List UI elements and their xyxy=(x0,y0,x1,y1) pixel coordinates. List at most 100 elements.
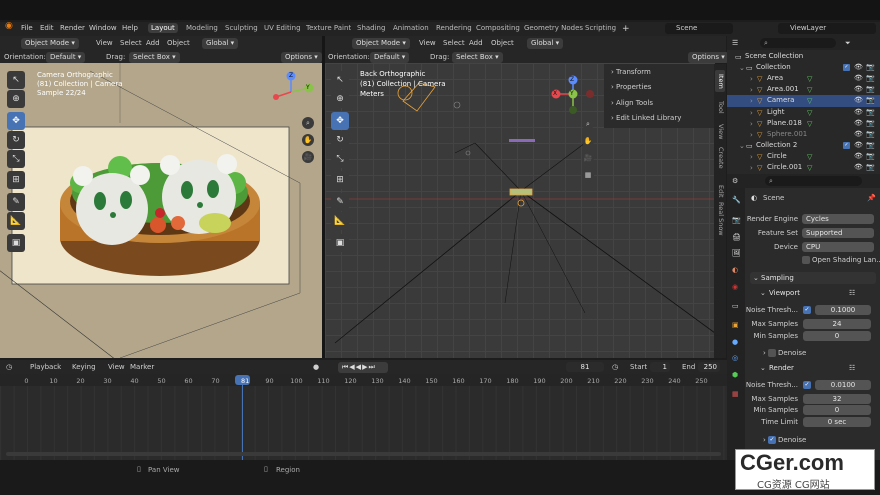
right-menu-view[interactable]: View xyxy=(419,39,436,47)
playback-controls[interactable]: ⏮◀◀▶⏭ xyxy=(338,362,388,373)
right-add-cube-tool-icon[interactable]: ▣ xyxy=(331,234,349,252)
workspace-tab-sculpting[interactable]: Sculpting xyxy=(225,24,258,32)
measure-tool-icon[interactable]: 📐 xyxy=(7,212,25,230)
left-menu-add[interactable]: Add xyxy=(146,39,160,47)
end-frame-field[interactable]: 250 xyxy=(698,362,720,372)
left-menu-object[interactable]: Object xyxy=(167,39,190,47)
select-tool-icon[interactable]: ↖ xyxy=(7,71,25,89)
workspace-tab-animation[interactable]: Animation xyxy=(393,24,429,32)
visibility-eye-icon[interactable]: 👁 xyxy=(854,96,863,104)
render-noise-threshold-field[interactable]: 0.0100 xyxy=(815,380,871,390)
expand-chevron-icon[interactable]: › xyxy=(750,86,753,94)
sidebar-tab-item[interactable]: Item xyxy=(715,70,725,92)
menu-window[interactable]: Window xyxy=(89,24,117,32)
render-camera-icon[interactable]: 📷 xyxy=(866,85,875,93)
keying-menu[interactable]: Keying xyxy=(72,363,96,371)
rotate-tool-icon[interactable]: ↻ xyxy=(7,131,25,149)
workspace-tab-modeling[interactable]: Modeling xyxy=(186,24,218,32)
expand-chevron-icon[interactable]: › xyxy=(750,131,753,139)
expand-chevron-icon[interactable]: › xyxy=(750,75,753,83)
menu-help[interactable]: Help xyxy=(122,24,138,32)
render-max-samples-field[interactable]: 32 xyxy=(803,394,871,404)
texture-tab-icon[interactable]: ▦ xyxy=(732,390,739,398)
right-scale-tool-icon[interactable]: ⤡ xyxy=(331,150,349,168)
outliner-row[interactable]: ›▽Area✓👁📷▽ xyxy=(727,73,880,85)
expand-chevron-icon[interactable]: ⌄ xyxy=(739,64,745,72)
viewport-subpanel-title[interactable]: Viewport xyxy=(769,289,800,297)
object-tab-icon[interactable]: ▣ xyxy=(732,321,739,329)
visibility-eye-icon[interactable]: 👁 xyxy=(854,130,863,138)
outliner-search-input[interactable] xyxy=(760,38,836,48)
tool-tab-icon[interactable]: 🔧 xyxy=(732,196,741,204)
right-menu-object[interactable]: Object xyxy=(491,39,514,47)
sidebar-tab-create[interactable]: Create xyxy=(715,147,725,169)
right-orientation-dropdown[interactable]: Default ▾ xyxy=(370,52,410,63)
render-camera-icon[interactable]: 📷 xyxy=(866,63,875,71)
render-camera-icon[interactable]: 📷 xyxy=(866,141,875,149)
left-orientation-dropdown[interactable]: Default ▾ xyxy=(46,52,86,63)
visibility-eye-icon[interactable]: 👁 xyxy=(854,63,863,71)
outliner-row[interactable]: ⌄ ▭ Collection ✓ 👁 📷 xyxy=(727,62,880,74)
marker-menu[interactable]: Marker xyxy=(130,363,154,371)
collection-tab-icon[interactable]: ▭ xyxy=(732,302,739,310)
render-engine-dropdown[interactable]: Cycles xyxy=(802,214,874,224)
sidebar-panel-align-tools[interactable]: › Align Tools xyxy=(611,99,653,107)
workspace-tab-geometry-nodes[interactable]: Geometry Nodes xyxy=(524,24,583,32)
outliner-filter-icon[interactable]: ⏷ xyxy=(845,39,851,47)
sidebar-tab-real-snow[interactable]: Real Snow xyxy=(715,201,725,237)
viewport-noise-threshold-checkbox[interactable]: ✓ xyxy=(803,306,811,314)
left-menu-view[interactable]: View xyxy=(96,39,113,47)
left-mode-dropdown[interactable]: Object Mode ▾ xyxy=(21,38,79,49)
workspace-tab-compositing[interactable]: Compositing xyxy=(476,24,520,32)
world-tab-icon[interactable]: ◉ xyxy=(732,283,738,291)
exclude-checkbox-icon[interactable]: ✓ xyxy=(843,141,850,149)
outliner-row[interactable]: ›▽Light✓👁📷▽ xyxy=(727,107,880,119)
outliner-row[interactable]: ›▽Plane.018✓👁📷▽ xyxy=(727,118,880,130)
expand-chevron-icon[interactable]: › xyxy=(750,109,753,117)
right-cursor-tool-icon[interactable]: ⊕ xyxy=(331,90,349,108)
right-move-tool-icon[interactable]: ✥ xyxy=(331,112,349,130)
right-zoom-icon[interactable]: ⌕ xyxy=(582,118,594,130)
render-camera-icon[interactable]: 📷 xyxy=(866,108,875,116)
expand-chevron-icon[interactable]: ⌄ xyxy=(739,142,745,150)
record-icon[interactable]: ● xyxy=(313,363,319,371)
feature-set-dropdown[interactable]: Supported xyxy=(802,228,874,238)
right-pan-hand-icon[interactable]: ✋ xyxy=(582,135,594,147)
blender-logo-icon[interactable]: ◉ xyxy=(5,22,13,31)
left-transform-dropdown[interactable]: Global ▾ xyxy=(202,38,239,49)
viewport-denoise-checkbox[interactable] xyxy=(768,349,776,357)
timeline-view-menu[interactable]: View xyxy=(108,363,125,371)
visibility-eye-icon[interactable]: 👁 xyxy=(854,85,863,93)
menu-edit[interactable]: Edit xyxy=(40,24,54,32)
right-menu-add[interactable]: Add xyxy=(469,39,483,47)
visibility-eye-icon[interactable]: 👁 xyxy=(854,152,863,160)
playhead-line[interactable] xyxy=(242,385,243,460)
render-denoise-label[interactable]: Denoise xyxy=(778,436,806,444)
outliner-row[interactable]: ▭ Scene Collection xyxy=(727,51,880,63)
render-camera-icon[interactable]: 📷 xyxy=(866,96,875,104)
left-zoom-icon[interactable]: ⌕ xyxy=(302,117,314,129)
outliner-row[interactable]: ›▽Circle.001✓👁📷▽ xyxy=(727,162,880,173)
render-camera-icon[interactable]: 📷 xyxy=(866,152,875,160)
workspace-tab-shading[interactable]: Shading xyxy=(357,24,385,32)
sidebar-tab-edit[interactable]: Edit xyxy=(715,180,725,202)
scale-tool-icon[interactable]: ⤡ xyxy=(7,150,25,168)
render-camera-icon[interactable]: 📷 xyxy=(866,130,875,138)
data-tab-icon[interactable]: ⬢ xyxy=(732,371,738,379)
add-workspace-button[interactable]: + xyxy=(622,24,630,34)
scene-tab-icon[interactable]: ◐ xyxy=(732,266,738,274)
add-cube-tool-icon[interactable]: ▣ xyxy=(7,234,25,252)
properties-editor-icon[interactable]: ⚙ xyxy=(732,177,738,185)
transform-tool-icon[interactable]: ⊞ xyxy=(7,171,25,189)
render-camera-icon[interactable]: 📷 xyxy=(866,163,875,171)
right-options-button[interactable]: Options ▾ xyxy=(688,52,729,63)
timeline-scrollbar[interactable] xyxy=(6,452,721,456)
sidebar-tab-view[interactable]: View xyxy=(715,121,725,143)
constraints-tab-icon[interactable]: ◎ xyxy=(732,354,738,362)
right-select-tool-icon[interactable]: ↖ xyxy=(331,71,349,89)
workspace-tab-texture-paint[interactable]: Texture Paint xyxy=(306,24,351,32)
outliner-row[interactable]: ›▽Circle✓👁📷▽ xyxy=(727,151,880,163)
workspace-tab-scripting[interactable]: Scripting xyxy=(585,24,616,32)
right-rotate-tool-icon[interactable]: ↻ xyxy=(331,131,349,149)
physics-tab-icon[interactable]: ● xyxy=(732,338,738,346)
